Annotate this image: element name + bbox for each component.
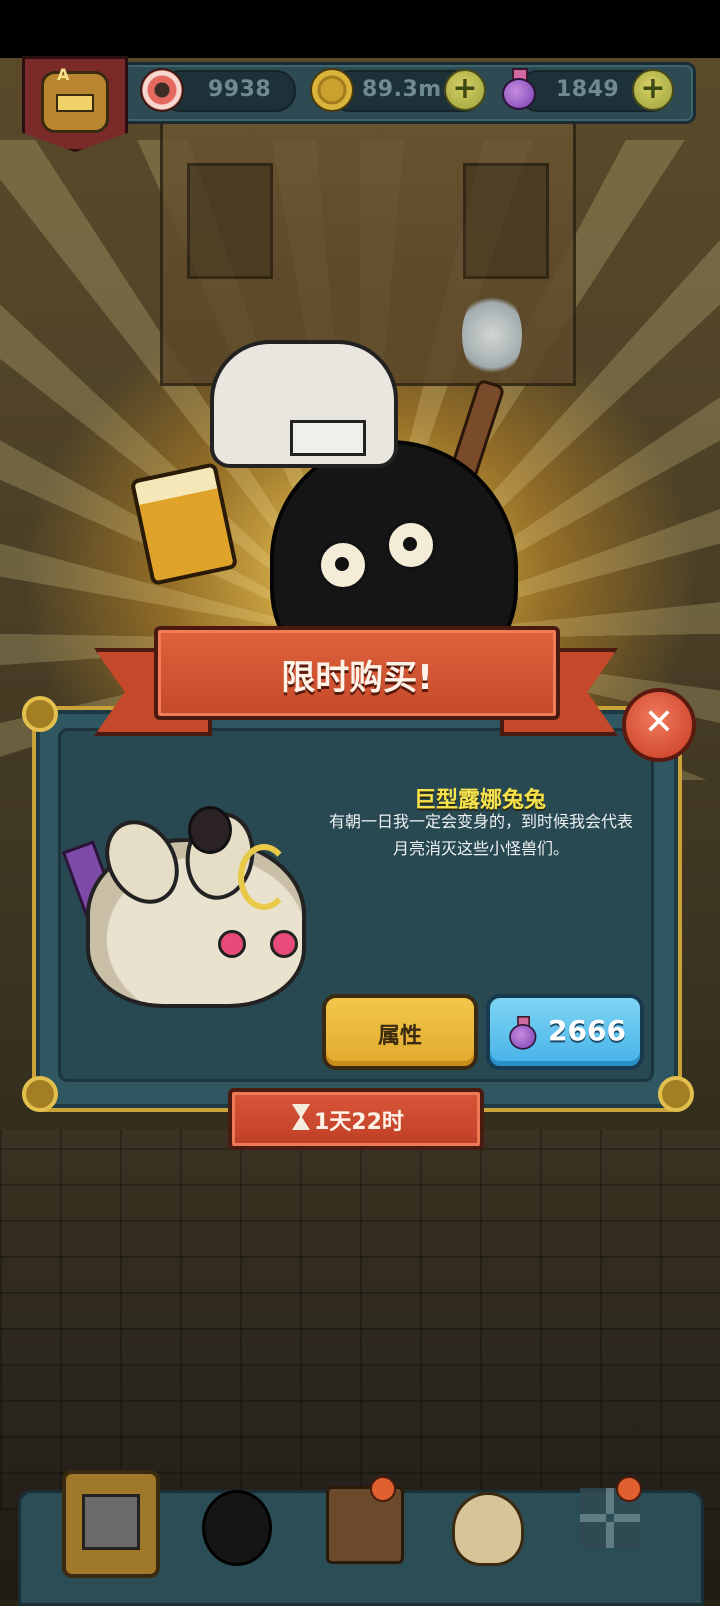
dungeon-floor xyxy=(0,1130,720,1510)
rabbit-eye-right xyxy=(270,930,298,958)
potion-icon xyxy=(500,68,536,110)
buy-button[interactable]: 2666 xyxy=(486,994,644,1070)
notification-dot xyxy=(616,1476,642,1502)
attributes-label: 属性 xyxy=(377,1024,422,1049)
corner-ornament xyxy=(658,1076,694,1112)
potion-resource: 1849 + xyxy=(498,68,678,112)
shop-badge-icon xyxy=(41,71,109,133)
monster-eye-left xyxy=(318,540,368,590)
rank-letter: A xyxy=(57,65,70,84)
banner-title: 限时购买! xyxy=(281,658,433,698)
tiny-monster-rider xyxy=(188,806,232,854)
corner-ornament xyxy=(22,696,58,732)
bag-icon[interactable] xyxy=(440,1470,530,1570)
coin-icon xyxy=(310,68,354,112)
countdown-timer: 1天22时 xyxy=(228,1088,484,1150)
timer-text: 1天22时 xyxy=(314,1110,404,1135)
grid-icon[interactable] xyxy=(566,1470,656,1570)
limited-offer-banner: 限时购买! xyxy=(154,626,560,720)
add-coins-button[interactable]: + xyxy=(444,69,486,111)
price-label: 2666 xyxy=(548,1014,626,1047)
status-bar xyxy=(0,0,720,58)
corner-ornament xyxy=(22,1076,58,1112)
rabbit-eye-left xyxy=(218,930,246,958)
coin-resource: 89.3m + xyxy=(310,68,490,112)
chef-hat-band xyxy=(290,420,366,456)
eye-resource: 9938 xyxy=(140,68,296,112)
hourglass-icon xyxy=(292,1104,310,1130)
eyeball-icon xyxy=(140,68,184,112)
attributes-button[interactable]: 属性 xyxy=(322,994,478,1070)
close-button[interactable]: ✕ xyxy=(622,688,696,762)
potion-count: 1849 xyxy=(556,77,620,102)
potion-icon xyxy=(508,1016,537,1050)
notification-dot xyxy=(370,1476,396,1502)
item-description: 有朝一日我一定会变身的，到时候我会代表月亮消灭这些小怪兽们。 xyxy=(328,812,633,858)
coin-count: 89.3m xyxy=(362,77,442,102)
eye-count: 9938 xyxy=(208,77,272,102)
shop-icon[interactable] xyxy=(62,1470,160,1578)
rank-badge[interactable]: A xyxy=(22,56,128,152)
monster-icon[interactable] xyxy=(190,1470,280,1570)
crescent-moon-icon xyxy=(238,844,290,910)
cigar-smoke xyxy=(462,290,522,380)
monster-eye-right xyxy=(386,520,436,570)
add-potions-button[interactable]: + xyxy=(632,69,674,111)
